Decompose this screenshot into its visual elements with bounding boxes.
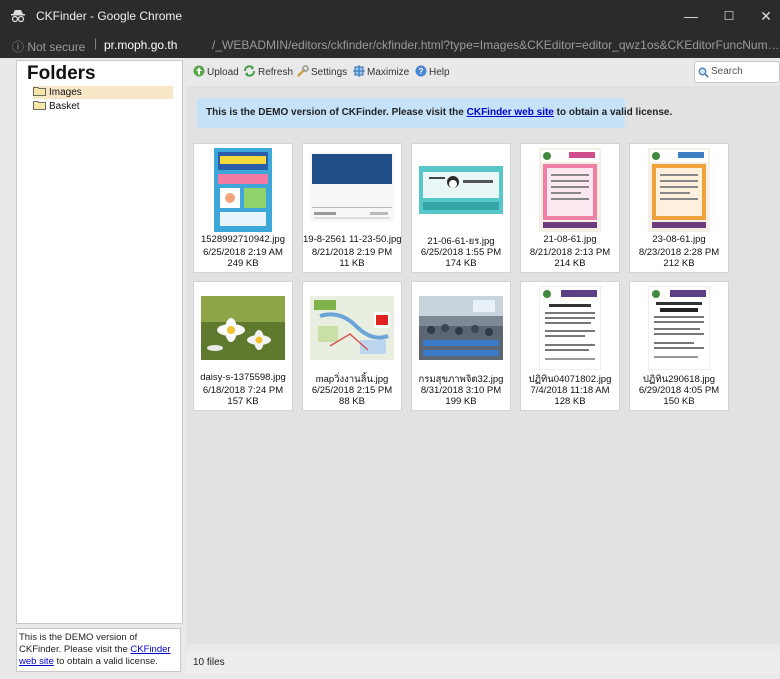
file-tile[interactable]: ปฏิทิน290618.jpg 6/29/2018 4:05 PM 150 K… <box>629 281 729 411</box>
daisy-photo-thumbnail <box>201 296 285 360</box>
folder-basket[interactable]: Basket <box>33 100 80 113</box>
file-size: 174 KB <box>445 258 477 269</box>
settings-label: Settings <box>311 67 348 78</box>
maximize-label: Maximize <box>367 67 410 78</box>
folder-images[interactable]: Images <box>33 86 173 99</box>
slide-thumbnail <box>419 166 503 214</box>
file-count: 10 files <box>193 657 225 668</box>
file-date: 6/29/2018 4:05 PM <box>638 385 720 396</box>
close-window-button[interactable]: ✕ <box>751 6 780 26</box>
folder-label: Basket <box>49 101 80 112</box>
folder-icon <box>33 87 46 96</box>
demo-banner-text: This is the DEMO version of CKFinder. Pl… <box>206 107 467 118</box>
file-date: 8/23/2018 2:28 PM <box>638 247 720 258</box>
incognito-icon <box>11 10 25 23</box>
address-bar[interactable]: ⓘ Not secure | pr.moph.go.th /_WEBADMIN/… <box>0 32 780 58</box>
file-date: 6/18/2018 7:24 PM <box>202 385 284 396</box>
sidebar-demo-notice: This is the DEMO version of CKFinder. Pl… <box>16 628 181 672</box>
security-indicator[interactable]: ⓘ Not secure <box>12 38 85 55</box>
file-size: 199 KB <box>445 396 477 407</box>
refresh-icon <box>244 65 255 77</box>
minimize-button[interactable]: — <box>676 6 706 26</box>
maximize-window-button[interactable]: ☐ <box>714 6 744 26</box>
newsletter-thumbnail <box>648 148 710 232</box>
file-size: 88 KB <box>339 396 365 407</box>
file-name: 21-08-61.jpg <box>543 234 597 245</box>
file-tile[interactable]: mapวิ่งงานลิ้น.jpg 6/25/2018 2:15 PM 88 … <box>302 281 402 411</box>
upload-label: Upload <box>207 67 239 78</box>
window-title: CKFinder - Google Chrome <box>36 9 183 23</box>
calendar-doc-thumbnail <box>539 286 601 370</box>
status-bar: 10 files <box>187 650 780 674</box>
file-tile[interactable]: 21-06-61-ยร.jpg 6/25/2018 1:55 PM 174 KB <box>411 143 511 273</box>
help-icon: ? <box>415 65 427 77</box>
file-name: daisy-s-1375598.jpg <box>200 372 286 383</box>
search-label: Search <box>711 66 743 77</box>
file-date: 8/31/2018 3:10 PM <box>420 385 502 396</box>
help-button[interactable]: ? Help <box>415 65 450 78</box>
file-tile[interactable]: 19-8-2561 11-23-50.jpg 8/21/2018 2:19 PM… <box>302 143 402 273</box>
file-name: 19-8-2561 11-23-50.jpg <box>303 234 402 245</box>
file-tile[interactable]: กรมสุขภาพจิต32.jpg 8/31/2018 3:10 PM 199… <box>411 281 511 411</box>
newsletter-thumbnail <box>539 148 601 232</box>
search-box[interactable]: Search <box>694 61 780 83</box>
file-size: 157 KB <box>227 396 259 407</box>
file-size: 249 KB <box>227 258 259 269</box>
demo-banner-text-end: to obtain a valid license. <box>553 107 673 118</box>
toolbar: Upload Refresh Settings Maximize ? Help S… <box>187 60 780 84</box>
maximize-icon <box>353 65 365 77</box>
file-date: 8/21/2018 2:19 PM <box>311 247 393 258</box>
upload-icon <box>193 65 205 77</box>
meeting-photo-thumbnail <box>419 296 503 360</box>
document-thumbnail <box>310 152 394 222</box>
file-tile[interactable]: ปฏิทิน04071802.jpg 7/4/2018 11:18 AM 128… <box>520 281 620 411</box>
file-tile[interactable]: daisy-s-1375598.jpg 6/18/2018 7:24 PM 15… <box>193 281 293 411</box>
address-host: pr.moph.go.th <box>104 38 178 52</box>
banner-ckfinder-link[interactable]: CKFinder web site <box>467 107 554 118</box>
refresh-label: Refresh <box>258 67 294 78</box>
file-name: 1528992710942.jpg <box>200 234 285 245</box>
file-size: 11 KB <box>339 258 365 269</box>
file-name: 23-08-61.jpg <box>652 234 706 245</box>
help-label: Help <box>429 67 450 78</box>
file-size: 150 KB <box>663 396 695 407</box>
folders-panel: Folders Images Basket <box>16 60 183 624</box>
address-path: /_WEBADMIN/editors/ckfinder/ckfinder.htm… <box>212 38 780 52</box>
file-date: 8/21/2018 2:13 PM <box>529 247 611 258</box>
address-separator: | <box>94 36 98 50</box>
file-date: 6/25/2018 1:55 PM <box>420 247 502 258</box>
file-date: 6/25/2018 2:19 AM <box>203 247 283 258</box>
calendar-doc-thumbnail <box>648 286 710 370</box>
file-date: 7/4/2018 11:18 AM <box>530 385 610 396</box>
demo-banner: This is the DEMO version of CKFinder. Pl… <box>197 98 672 128</box>
search-icon <box>698 67 709 78</box>
window-titlebar: CKFinder - Google Chrome — ☐ ✕ <box>0 0 780 32</box>
maximize-button[interactable]: Maximize <box>353 65 409 78</box>
svg-text:?: ? <box>419 67 424 76</box>
folder-icon <box>33 101 46 110</box>
demo-notice-text: This is the DEMO version of CKFinder. Pl… <box>19 632 138 655</box>
files-view: This is the DEMO version of CKFinder. Pl… <box>187 86 780 644</box>
refresh-button[interactable]: Refresh <box>243 65 293 78</box>
demo-notice-text-end: to obtain a valid license. <box>53 656 158 667</box>
file-size: 128 KB <box>554 396 586 407</box>
file-tile[interactable]: 23-08-61.jpg 8/23/2018 2:28 PM 212 KB <box>629 143 729 273</box>
poster-thumbnail <box>214 148 272 232</box>
file-size: 212 KB <box>663 258 695 269</box>
folder-label: Images <box>49 87 82 98</box>
settings-button[interactable]: Settings <box>297 65 347 78</box>
settings-wrench-icon <box>297 65 309 77</box>
file-tile[interactable]: 21-08-61.jpg 8/21/2018 2:13 PM 214 KB <box>520 143 620 273</box>
file-tile[interactable]: 1528992710942.jpg 6/25/2018 2:19 AM 249 … <box>193 143 293 273</box>
file-date: 6/25/2018 2:15 PM <box>311 385 393 396</box>
file-size: 214 KB <box>554 258 586 269</box>
folders-title: Folders <box>27 63 96 84</box>
upload-button[interactable]: Upload <box>193 65 239 78</box>
map-thumbnail <box>310 296 394 360</box>
